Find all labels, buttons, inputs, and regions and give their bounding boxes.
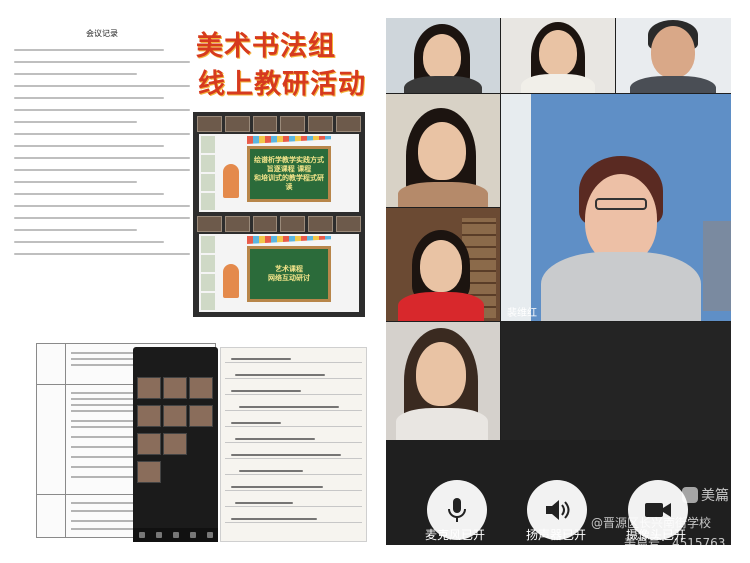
microphone-icon bbox=[448, 498, 466, 522]
chalkboard: 绘谱析学教学实践方式 旨逐课程 课程 和培训式的教学程式研 读 bbox=[247, 146, 331, 202]
participant-video-tile[interactable] bbox=[386, 18, 500, 93]
video-conference-window: 裴维红 麦克风已开 扬声器已开 摄像头已开 美篇 @晋源区长兴南街学校 美篇号：… bbox=[386, 18, 731, 545]
participant-thumbnail-strip bbox=[197, 116, 361, 132]
cartoon-teacher-icon bbox=[223, 264, 239, 298]
slide-preview: 艺术课程 网络互动研讨 bbox=[199, 234, 359, 312]
microphone-status-label: 麦克风已开 bbox=[425, 528, 486, 542]
watermark-organization: @晋源区长兴南街学校 bbox=[591, 516, 712, 530]
participant-thumbnail-strip bbox=[197, 216, 361, 232]
shared-screen-capture: 绘谱析学教学实践方式 旨逐课程 课程 和培训式的教学程式研 读 艺术课程 网络互… bbox=[193, 112, 365, 317]
participant-video-tile[interactable] bbox=[616, 18, 731, 93]
watermark-app: 美篇 bbox=[682, 485, 729, 505]
chalkboard: 艺术课程 网络互动研讨 bbox=[247, 246, 331, 302]
slide-preview: 绘谱析学教学实践方式 旨逐课程 课程 和培训式的教学程式研 读 bbox=[199, 134, 359, 212]
meeting-record-document: 会议记录 bbox=[8, 24, 196, 306]
speaker-status-label: 扬声器已开 bbox=[526, 528, 587, 542]
meeting-record-title: 会议记录 bbox=[86, 29, 118, 38]
participant-video-tile[interactable] bbox=[386, 94, 500, 207]
poster-title: 美术书法组 线上教研活动 bbox=[196, 28, 366, 112]
participant-video-tile[interactable] bbox=[386, 208, 500, 321]
slide-text: 艺术课程 网络互动研讨 bbox=[268, 265, 310, 282]
phone-meeting-screenshot bbox=[133, 347, 218, 542]
slide-text: 绘谱析学教学实践方式 旨逐课程 课程 和培训式的教学程式研 读 bbox=[254, 156, 324, 191]
poster-title-line2: 线上教研活动 bbox=[198, 69, 366, 100]
meipian-logo-icon bbox=[682, 487, 698, 503]
watermark-id: 美篇号：4515763 bbox=[624, 536, 726, 545]
main-speaker-video[interactable]: 裴维红 bbox=[501, 94, 731, 321]
participant-video-tile[interactable] bbox=[501, 18, 615, 93]
cartoon-teacher-icon bbox=[223, 164, 239, 198]
participant-name-label: 裴维红 bbox=[507, 308, 537, 319]
participant-video-tile[interactable] bbox=[386, 322, 500, 440]
speaker-icon bbox=[546, 500, 570, 520]
poster-title-line1: 美术书法组 bbox=[196, 31, 336, 62]
handwritten-notes bbox=[220, 347, 367, 542]
